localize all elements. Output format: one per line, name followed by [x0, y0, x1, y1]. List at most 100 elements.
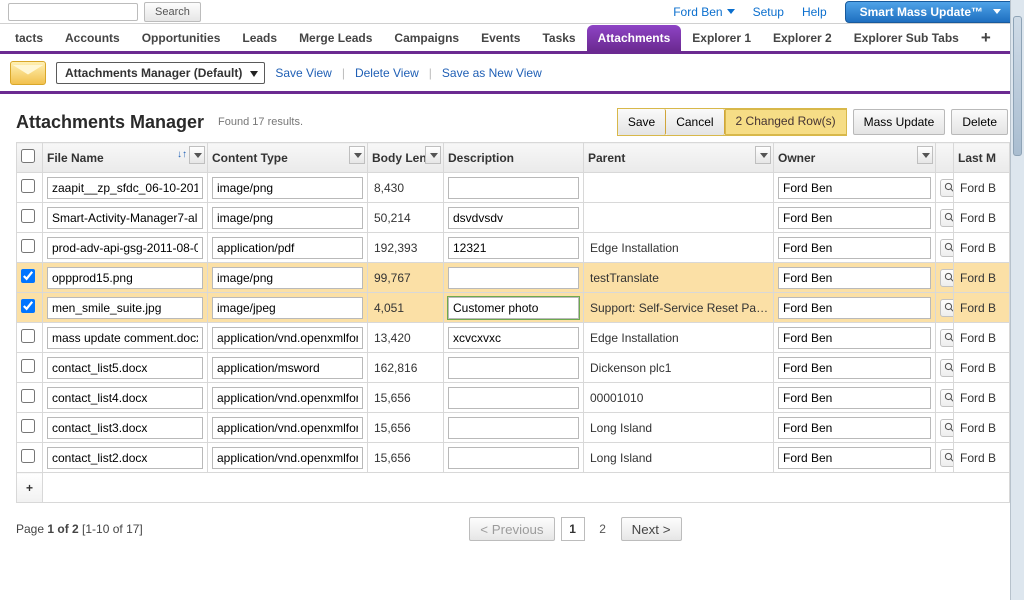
row-checkbox[interactable] — [21, 389, 35, 403]
file-name-input[interactable] — [47, 417, 203, 439]
column-menu-icon[interactable] — [189, 146, 205, 164]
tab-campaigns[interactable]: Campaigns — [383, 25, 470, 51]
column-header-parent[interactable]: Parent — [584, 143, 774, 173]
tab-tacts[interactable]: tacts — [4, 25, 54, 51]
owner-input[interactable] — [778, 297, 931, 319]
smart-mass-update-button[interactable]: Smart Mass Update™ — [845, 1, 1016, 23]
column-header-description[interactable]: Description — [444, 143, 584, 173]
row-checkbox[interactable] — [21, 209, 35, 223]
page-number-1[interactable]: 1 — [561, 517, 585, 541]
column-header-owner[interactable]: Owner — [774, 143, 936, 173]
column-menu-icon[interactable] — [425, 146, 441, 164]
description-input[interactable] — [448, 207, 579, 229]
content-type-input[interactable] — [212, 207, 363, 229]
content-type-input[interactable] — [212, 267, 363, 289]
global-search-input[interactable] — [8, 3, 138, 21]
content-type-input[interactable] — [212, 327, 363, 349]
row-checkbox[interactable] — [21, 269, 35, 283]
row-checkbox[interactable] — [21, 299, 35, 313]
mass-update-button[interactable]: Mass Update — [853, 109, 946, 135]
file-name-input[interactable] — [47, 237, 203, 259]
tab-attachments[interactable]: Attachments — [587, 25, 682, 51]
column-header-content-type[interactable]: Content Type — [208, 143, 368, 173]
file-name-input[interactable] — [47, 207, 203, 229]
setup-link[interactable]: Setup — [753, 5, 784, 19]
tab-accounts[interactable]: Accounts — [54, 25, 131, 51]
select-all-checkbox[interactable] — [21, 149, 35, 163]
file-name-input[interactable] — [47, 357, 203, 379]
content-type-input[interactable] — [212, 357, 363, 379]
save-view-link[interactable]: Save View — [275, 66, 331, 80]
add-row-button[interactable]: + — [17, 473, 43, 503]
column-header-body-length[interactable]: Body Len… — [368, 143, 444, 173]
file-name-input[interactable] — [47, 327, 203, 349]
column-header-file-name[interactable]: File Name↓↑ — [43, 143, 208, 173]
file-name-input[interactable] — [47, 267, 203, 289]
file-name-input[interactable] — [47, 387, 203, 409]
tab-explorer-2[interactable]: Explorer 2 — [762, 25, 843, 51]
owner-input[interactable] — [778, 387, 931, 409]
description-input[interactable] — [448, 357, 579, 379]
owner-input[interactable] — [778, 447, 931, 469]
delete-view-link[interactable]: Delete View — [355, 66, 419, 80]
tab-leads[interactable]: Leads — [231, 25, 288, 51]
owner-input[interactable] — [778, 327, 931, 349]
owner-lookup-icon[interactable] — [940, 239, 954, 257]
save-button[interactable]: Save — [618, 109, 666, 135]
owner-lookup-icon[interactable] — [940, 389, 954, 407]
content-type-input[interactable] — [212, 387, 363, 409]
tab-add[interactable]: + — [970, 25, 1002, 51]
content-type-input[interactable] — [212, 447, 363, 469]
next-page-button[interactable]: Next > — [621, 517, 682, 541]
content-type-input[interactable] — [212, 417, 363, 439]
row-checkbox[interactable] — [21, 449, 35, 463]
view-selector[interactable]: Attachments Manager (Default) — [56, 62, 265, 84]
description-input[interactable] — [448, 447, 579, 469]
description-input[interactable] — [448, 297, 579, 319]
owner-input[interactable] — [778, 207, 931, 229]
description-input[interactable] — [448, 237, 579, 259]
save-as-new-view-link[interactable]: Save as New View — [442, 66, 542, 80]
tab-opportunities[interactable]: Opportunities — [131, 25, 232, 51]
scrollbar-vertical[interactable] — [1010, 0, 1024, 600]
owner-lookup-icon[interactable] — [940, 299, 954, 317]
column-menu-icon[interactable] — [755, 146, 771, 164]
owner-lookup-icon[interactable] — [940, 329, 954, 347]
column-menu-icon[interactable] — [917, 146, 933, 164]
owner-lookup-icon[interactable] — [940, 209, 954, 227]
row-checkbox[interactable] — [21, 359, 35, 373]
row-checkbox[interactable] — [21, 239, 35, 253]
owner-input[interactable] — [778, 417, 931, 439]
delete-button[interactable]: Delete — [951, 109, 1008, 135]
tab-explorer-1[interactable]: Explorer 1 — [681, 25, 762, 51]
column-header-last-m[interactable]: Last M — [954, 143, 1010, 173]
cancel-button[interactable]: Cancel — [666, 109, 724, 135]
tab-tasks[interactable]: Tasks — [531, 25, 586, 51]
description-input[interactable] — [448, 417, 579, 439]
description-input[interactable] — [448, 327, 579, 349]
row-checkbox[interactable] — [21, 179, 35, 193]
file-name-input[interactable] — [47, 297, 203, 319]
file-name-input[interactable] — [47, 177, 203, 199]
user-menu[interactable]: Ford Ben — [673, 5, 734, 19]
content-type-input[interactable] — [212, 297, 363, 319]
row-checkbox[interactable] — [21, 419, 35, 433]
owner-lookup-icon[interactable] — [940, 359, 954, 377]
column-menu-icon[interactable] — [349, 146, 365, 164]
owner-lookup-icon[interactable] — [940, 449, 954, 467]
tab-explorer-sub-tabs[interactable]: Explorer Sub Tabs — [843, 25, 970, 51]
description-input[interactable] — [448, 267, 579, 289]
owner-lookup-icon[interactable] — [940, 269, 954, 287]
description-input[interactable] — [448, 387, 579, 409]
column-header-select-all[interactable] — [17, 143, 43, 173]
scrollbar-thumb[interactable] — [1013, 16, 1022, 156]
content-type-input[interactable] — [212, 237, 363, 259]
owner-input[interactable] — [778, 267, 931, 289]
page-number-2[interactable]: 2 — [591, 517, 615, 541]
owner-lookup-icon[interactable] — [940, 419, 954, 437]
owner-input[interactable] — [778, 177, 931, 199]
help-link[interactable]: Help — [802, 5, 827, 19]
search-button[interactable]: Search — [144, 2, 201, 22]
content-type-input[interactable] — [212, 177, 363, 199]
description-input[interactable] — [448, 177, 579, 199]
